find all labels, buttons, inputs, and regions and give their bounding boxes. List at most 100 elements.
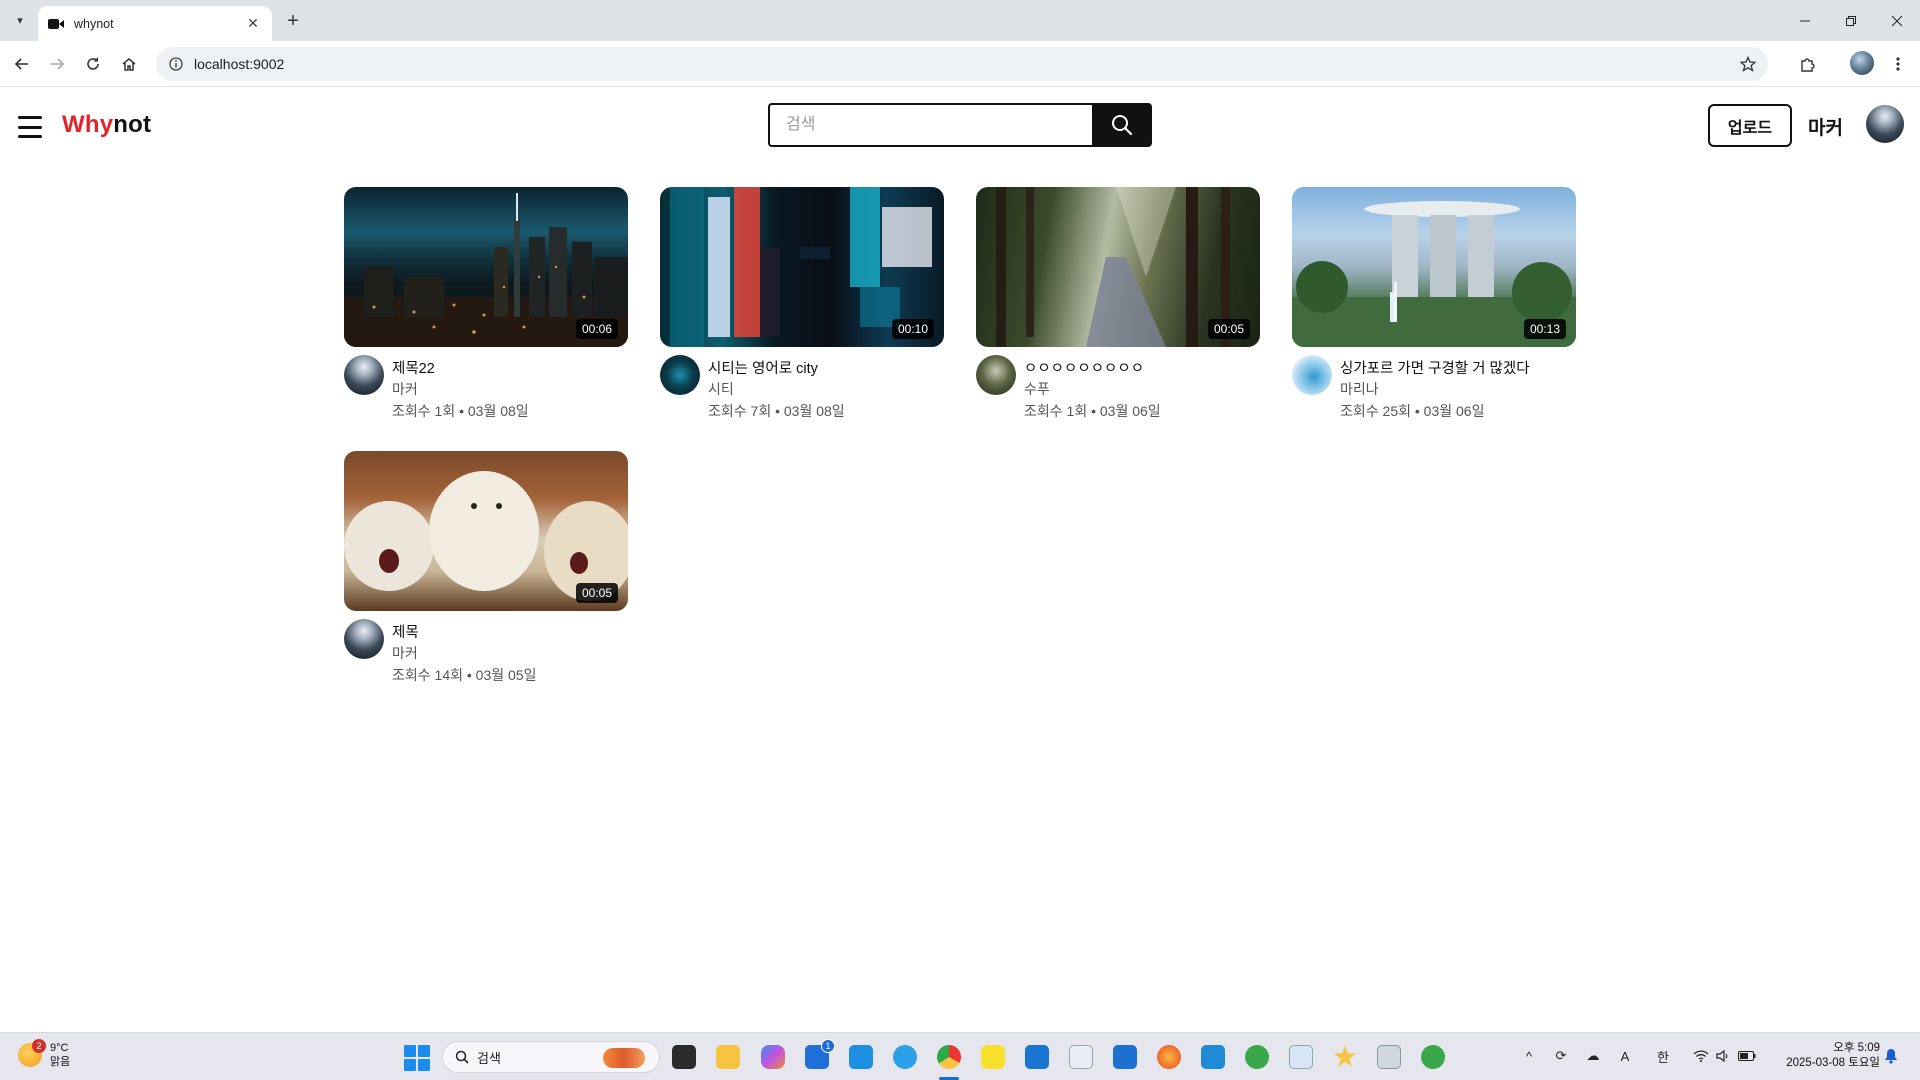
video-thumbnail[interactable]: 00:05: [976, 187, 1260, 347]
wifi-icon[interactable]: [1692, 1047, 1710, 1065]
logo-part-why: Why: [62, 111, 114, 138]
video-thumbnail[interactable]: 00:13: [1292, 187, 1576, 347]
stats-separator: •: [459, 403, 464, 419]
weather-badge: 2: [32, 1039, 46, 1053]
user-avatar[interactable]: [1866, 105, 1904, 143]
system-clock[interactable]: 오후 5:09 2025-03-08 토요일: [1770, 1041, 1880, 1071]
channel-avatar[interactable]: [976, 355, 1016, 395]
upload-button[interactable]: 업로드: [1708, 104, 1792, 147]
video-title[interactable]: ㅇㅇㅇㅇㅇㅇㅇㅇㅇ: [1024, 357, 1144, 378]
mhp-app-icon[interactable]: [849, 1045, 873, 1069]
notification-bell-icon[interactable]: [1884, 1048, 1900, 1064]
search-input[interactable]: [768, 103, 1092, 147]
tray-overflow-chevron-icon[interactable]: ^: [1520, 1047, 1538, 1065]
weather-widget[interactable]: 2 9°C 맑음: [18, 1039, 71, 1069]
tab-search-chevron-icon[interactable]: ▾: [8, 8, 32, 32]
ime-mode-indicator[interactable]: A: [1616, 1047, 1634, 1065]
video-thumbnail[interactable]: 00:06: [344, 187, 628, 347]
sync-icon[interactable]: ⟳: [1552, 1047, 1570, 1065]
channel-avatar[interactable]: [660, 355, 700, 395]
new-tab-button[interactable]: +: [282, 10, 304, 32]
browser-tab[interactable]: whynot ✕: [38, 6, 272, 41]
channel-name[interactable]: 수푸: [1024, 379, 1050, 399]
channel-avatar[interactable]: [344, 619, 384, 659]
video-duration: 00:05: [575, 583, 618, 603]
app-header: Whynot 업로드 마커: [0, 87, 1920, 167]
vscode-icon[interactable]: [1201, 1045, 1225, 1069]
minimize-icon[interactable]: [1782, 0, 1828, 41]
search-highlight-icon: [603, 1048, 645, 1068]
taskbar-search[interactable]: 검색: [442, 1041, 660, 1073]
back-icon[interactable]: [8, 50, 36, 78]
site-info-icon[interactable]: [168, 56, 184, 72]
green-leaf-app-icon[interactable]: [1421, 1045, 1445, 1069]
video-title[interactable]: 제목: [392, 621, 419, 642]
search-button[interactable]: [1092, 103, 1152, 147]
video-card[interactable]: 00:10 시티는 영어로 city 시티 조회수 7회 • 03월 08일: [660, 187, 944, 427]
chrome-icon[interactable]: [937, 1045, 961, 1069]
ime-language-indicator[interactable]: 한: [1654, 1047, 1672, 1065]
reload-icon[interactable]: [79, 50, 107, 78]
store-badge: 1: [821, 1039, 835, 1053]
browser-profile-avatar[interactable]: [1850, 51, 1874, 75]
gallery-icon[interactable]: [1377, 1045, 1401, 1069]
notepad-icon[interactable]: [1113, 1045, 1137, 1069]
channel-name[interactable]: 마커: [392, 379, 418, 399]
video-title[interactable]: 싱가포르 가면 구경할 거 많겠다: [1340, 357, 1530, 378]
channel-avatar[interactable]: [344, 355, 384, 395]
tab-close-icon[interactable]: ✕: [244, 15, 262, 33]
username[interactable]: 마커: [1808, 113, 1843, 140]
view-count: 조회수 14회: [392, 667, 463, 683]
video-duration: 00:13: [1523, 319, 1566, 339]
video-camera-icon: [48, 18, 64, 30]
copilot-icon[interactable]: [761, 1045, 785, 1069]
video-card[interactable]: 00:13 싱가포르 가면 구경할 거 많겠다 마리나 조회수 25회 • 03…: [1292, 187, 1576, 427]
cloud-icon[interactable]: ☁: [1584, 1047, 1602, 1065]
os-taskbar: 2 9°C 맑음 검색 1 ^ ⟳ ☁ A 한 오후 5:09 2025-03-…: [0, 1032, 1920, 1080]
green-app-icon[interactable]: [1245, 1045, 1269, 1069]
video-card[interactable]: 00:05 ㅇㅇㅇㅇㅇㅇㅇㅇㅇ 수푸 조회수 1회 • 03월 06일: [976, 187, 1260, 427]
extensions-puzzle-icon[interactable]: [1794, 50, 1822, 78]
channel-name[interactable]: 마리나: [1340, 379, 1379, 399]
clock-time: 오후 5:09: [1833, 1042, 1880, 1054]
hamburger-menu-icon[interactable]: [18, 116, 42, 138]
windows-start-icon[interactable]: [404, 1045, 430, 1071]
kakaotalk-icon[interactable]: [981, 1045, 1005, 1069]
browser-menu-icon[interactable]: [1884, 50, 1912, 78]
whynot-logo[interactable]: Whynot: [62, 111, 151, 139]
file-explorer-icon[interactable]: [716, 1045, 740, 1069]
video-card[interactable]: 00:05 제목 마커 조회수 14회 • 03월 05일: [344, 451, 628, 691]
video-stats: 조회수 7회 • 03월 08일: [708, 401, 845, 421]
address-bar[interactable]: localhost:9002: [156, 47, 1768, 81]
favorites-star-icon[interactable]: [1333, 1045, 1357, 1067]
home-icon[interactable]: [115, 50, 143, 78]
video-card[interactable]: 00:06 제목22 마커 조회수 1회 • 03월 08일: [344, 187, 628, 427]
battery-icon[interactable]: [1738, 1047, 1756, 1065]
forward-icon[interactable]: [43, 50, 71, 78]
video-title[interactable]: 시티는 영어로 city: [708, 357, 818, 378]
video-thumbnail[interactable]: 00:10: [660, 187, 944, 347]
close-window-icon[interactable]: [1874, 0, 1920, 41]
task-view-icon[interactable]: [672, 1045, 696, 1069]
channel-avatar[interactable]: [1292, 355, 1332, 395]
video-thumbnail[interactable]: 00:05: [344, 451, 628, 611]
restore-icon[interactable]: [1828, 0, 1874, 41]
channel-name[interactable]: 마커: [392, 643, 418, 663]
performance-monitor-icon[interactable]: [1289, 1045, 1313, 1069]
view-count: 조회수 25회: [1340, 403, 1411, 419]
weather-condition: 맑음: [50, 1056, 71, 1068]
media-player-icon[interactable]: [1069, 1045, 1093, 1069]
video-duration: 00:10: [891, 319, 934, 339]
remote-desktop-icon[interactable]: [1025, 1045, 1049, 1069]
stats-separator: •: [466, 667, 472, 683]
channel-name[interactable]: 시티: [708, 379, 734, 399]
microsoft-store-icon[interactable]: 1: [805, 1039, 835, 1069]
view-count: 조회수 7회: [708, 403, 772, 419]
video-title[interactable]: 제목22: [392, 357, 435, 378]
logo-part-not: not: [113, 111, 152, 138]
bookmark-star-icon[interactable]: [1738, 54, 1758, 74]
browser-tabstrip: ▾ whynot ✕ +: [0, 0, 1920, 41]
help-icon[interactable]: [893, 1045, 917, 1069]
volume-icon[interactable]: [1714, 1047, 1732, 1065]
firefox-icon[interactable]: [1157, 1045, 1181, 1069]
